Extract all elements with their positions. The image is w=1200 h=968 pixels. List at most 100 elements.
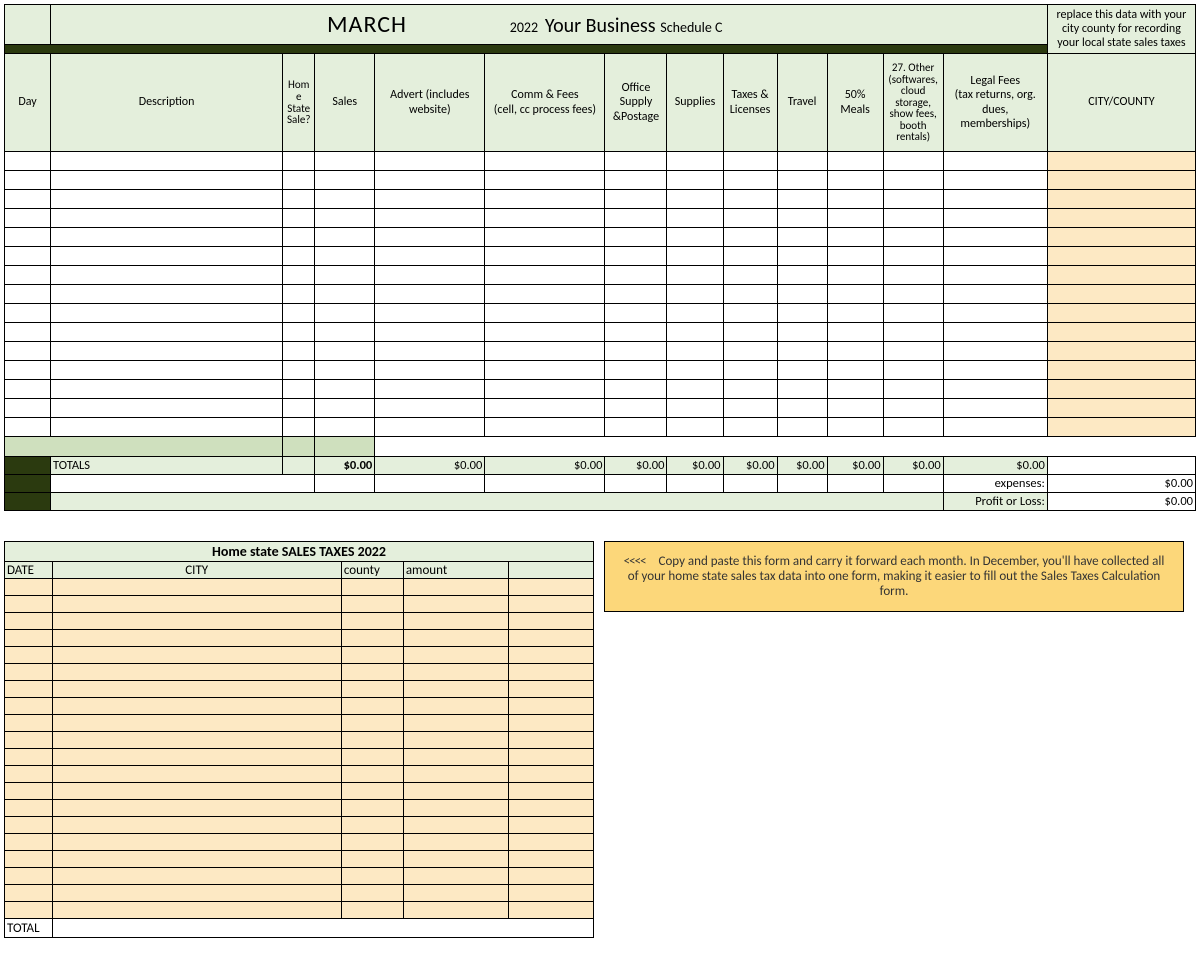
cell[interactable]: [403, 596, 508, 613]
cell[interactable]: [51, 323, 283, 342]
cell[interactable]: [605, 247, 667, 266]
tax-row[interactable]: [5, 902, 594, 919]
cell[interactable]: [485, 418, 605, 437]
cell[interactable]: [883, 323, 943, 342]
cell[interactable]: [723, 342, 777, 361]
cell[interactable]: [341, 749, 403, 766]
tax-row[interactable]: [5, 732, 594, 749]
cell[interactable]: [723, 323, 777, 342]
cell[interactable]: [51, 171, 283, 190]
cell[interactable]: [1047, 399, 1195, 418]
cell[interactable]: [943, 152, 1047, 171]
cell[interactable]: [509, 715, 594, 732]
data-row[interactable]: [5, 228, 1196, 247]
cell[interactable]: [509, 868, 594, 885]
cell[interactable]: [509, 834, 594, 851]
cell[interactable]: [5, 285, 51, 304]
cell[interactable]: [51, 361, 283, 380]
cell[interactable]: [883, 171, 943, 190]
cell[interactable]: [283, 247, 315, 266]
cell[interactable]: [777, 361, 827, 380]
cell[interactable]: [509, 749, 594, 766]
cell[interactable]: [667, 266, 723, 285]
cell[interactable]: [403, 783, 508, 800]
cell[interactable]: [5, 902, 53, 919]
cell[interactable]: [51, 228, 283, 247]
cell[interactable]: [5, 304, 51, 323]
cell[interactable]: [723, 380, 777, 399]
cell[interactable]: [723, 399, 777, 418]
cell[interactable]: [827, 418, 883, 437]
cell[interactable]: [1047, 152, 1195, 171]
cell[interactable]: [283, 152, 315, 171]
cell[interactable]: [51, 380, 283, 399]
cell[interactable]: [1047, 171, 1195, 190]
cell[interactable]: [403, 749, 508, 766]
cell[interactable]: [605, 190, 667, 209]
data-row[interactable]: [5, 190, 1196, 209]
cell[interactable]: [827, 380, 883, 399]
cell[interactable]: [777, 323, 827, 342]
cell[interactable]: [1047, 304, 1195, 323]
cell[interactable]: [827, 304, 883, 323]
cell[interactable]: [403, 834, 508, 851]
cell[interactable]: [777, 171, 827, 190]
cell[interactable]: [341, 817, 403, 834]
cell[interactable]: [883, 266, 943, 285]
cell[interactable]: [52, 749, 341, 766]
cell[interactable]: [341, 647, 403, 664]
cell[interactable]: [375, 247, 485, 266]
cell[interactable]: [403, 766, 508, 783]
cell[interactable]: [943, 342, 1047, 361]
cell[interactable]: [5, 647, 53, 664]
cell[interactable]: [485, 323, 605, 342]
cell[interactable]: [1047, 228, 1195, 247]
cell[interactable]: [485, 380, 605, 399]
cell[interactable]: [943, 380, 1047, 399]
cell[interactable]: [403, 715, 508, 732]
cell[interactable]: [1047, 361, 1195, 380]
cell[interactable]: [777, 266, 827, 285]
cell[interactable]: [375, 152, 485, 171]
cell[interactable]: [375, 380, 485, 399]
tax-row[interactable]: [5, 834, 594, 851]
cell[interactable]: [667, 171, 723, 190]
cell[interactable]: [315, 171, 375, 190]
cell[interactable]: [5, 715, 53, 732]
cell[interactable]: [52, 868, 341, 885]
cell[interactable]: [605, 304, 667, 323]
cell[interactable]: [485, 266, 605, 285]
cell[interactable]: [52, 851, 341, 868]
cell[interactable]: [341, 613, 403, 630]
cell[interactable]: [485, 399, 605, 418]
cell[interactable]: [667, 418, 723, 437]
cell[interactable]: [5, 800, 53, 817]
cell[interactable]: [52, 596, 341, 613]
cell[interactable]: [315, 152, 375, 171]
cell[interactable]: [403, 868, 508, 885]
cell[interactable]: [51, 304, 283, 323]
cell[interactable]: [5, 749, 53, 766]
data-row[interactable]: [5, 361, 1196, 380]
cell[interactable]: [5, 190, 51, 209]
cell[interactable]: [341, 766, 403, 783]
cell[interactable]: [283, 266, 315, 285]
cell[interactable]: [605, 171, 667, 190]
cell[interactable]: [283, 228, 315, 247]
cell[interactable]: [509, 902, 594, 919]
cell[interactable]: [777, 285, 827, 304]
cell[interactable]: [5, 399, 51, 418]
data-row[interactable]: [5, 209, 1196, 228]
tax-row[interactable]: [5, 579, 594, 596]
cell[interactable]: [605, 323, 667, 342]
cell[interactable]: [403, 885, 508, 902]
cell[interactable]: [341, 868, 403, 885]
cell[interactable]: [375, 304, 485, 323]
cell[interactable]: [283, 209, 315, 228]
cell[interactable]: [883, 380, 943, 399]
cell[interactable]: [52, 732, 341, 749]
cell[interactable]: [827, 342, 883, 361]
cell[interactable]: [51, 209, 283, 228]
cell[interactable]: [883, 285, 943, 304]
cell[interactable]: [51, 152, 283, 171]
